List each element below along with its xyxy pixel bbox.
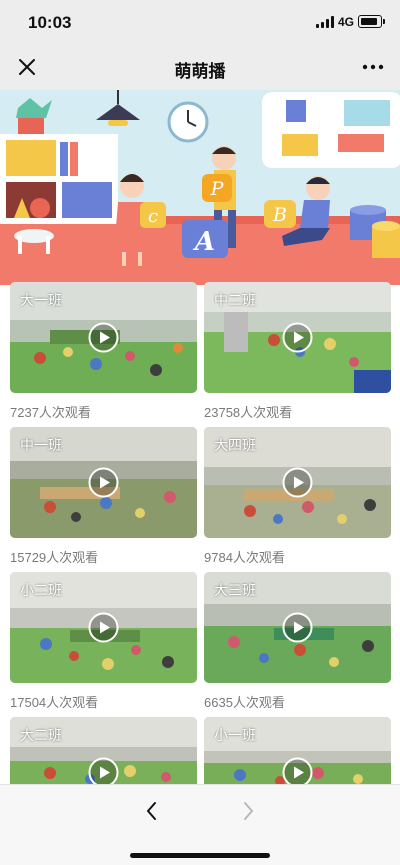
view-count: 15729人次观看 bbox=[10, 550, 99, 565]
signal-icon bbox=[316, 16, 334, 28]
play-icon[interactable] bbox=[88, 757, 119, 784]
play-icon[interactable] bbox=[282, 757, 313, 784]
video-thumbnail[interactable]: 大二班 bbox=[10, 717, 197, 784]
play-icon[interactable] bbox=[282, 612, 313, 643]
more-icon[interactable] bbox=[358, 54, 388, 80]
banner-letter: A bbox=[192, 227, 215, 257]
class-name: 大四班 bbox=[214, 437, 256, 453]
status-time: 10:03 bbox=[28, 13, 72, 32]
play-icon[interactable] bbox=[88, 612, 119, 643]
video-thumbnail[interactable]: 小一班 bbox=[204, 717, 391, 784]
class-name: 中二班 bbox=[214, 292, 256, 308]
status-bar: 10:03 4G bbox=[0, 0, 400, 44]
view-count: 17504人次观看 bbox=[10, 695, 99, 710]
class-name: 中一班 bbox=[20, 437, 62, 453]
banner-letter: c bbox=[148, 206, 158, 227]
view-count: 6635人次观看 bbox=[204, 695, 285, 710]
video-thumbnail[interactable]: 大四班 bbox=[204, 427, 391, 538]
video-thumbnail[interactable]: 中二班 bbox=[204, 282, 391, 393]
class-name: 大一班 bbox=[20, 292, 62, 308]
play-icon[interactable] bbox=[88, 322, 119, 353]
video-thumbnail[interactable]: 大三班 bbox=[204, 572, 391, 683]
network-type: 4G bbox=[338, 15, 355, 29]
class-name: 大三班 bbox=[214, 582, 256, 598]
video-thumbnail[interactable]: 中一班 bbox=[10, 427, 197, 538]
class-name: 大二班 bbox=[20, 727, 62, 743]
chevron-left-icon[interactable] bbox=[140, 797, 164, 825]
nav-bar: 萌萌播 bbox=[0, 44, 400, 90]
video-grid: 大一班 7237人次观看 中二班 23758人次观看 中一班 15729人次观看… bbox=[0, 282, 400, 784]
play-icon[interactable] bbox=[282, 322, 313, 353]
banner-letter: B bbox=[272, 204, 287, 226]
video-thumbnail[interactable]: 大一班 bbox=[10, 282, 197, 393]
class-name: 小一班 bbox=[214, 727, 256, 743]
banner-letter: P bbox=[210, 178, 225, 200]
class-name: 小二班 bbox=[20, 582, 62, 598]
page-title: 萌萌播 bbox=[174, 62, 226, 81]
view-count: 9784人次观看 bbox=[204, 550, 285, 565]
view-count: 7237人次观看 bbox=[10, 405, 91, 420]
play-icon[interactable] bbox=[282, 467, 313, 498]
battery-icon bbox=[358, 15, 382, 28]
play-icon[interactable] bbox=[88, 467, 119, 498]
banner-illustration: c P A B bbox=[0, 90, 400, 285]
home-indicator bbox=[130, 853, 270, 858]
bottom-toolbar bbox=[0, 784, 400, 865]
close-icon[interactable] bbox=[14, 54, 40, 80]
chevron-right-icon[interactable] bbox=[236, 797, 260, 825]
video-thumbnail[interactable]: 小二班 bbox=[10, 572, 197, 683]
view-count: 23758人次观看 bbox=[204, 405, 293, 420]
